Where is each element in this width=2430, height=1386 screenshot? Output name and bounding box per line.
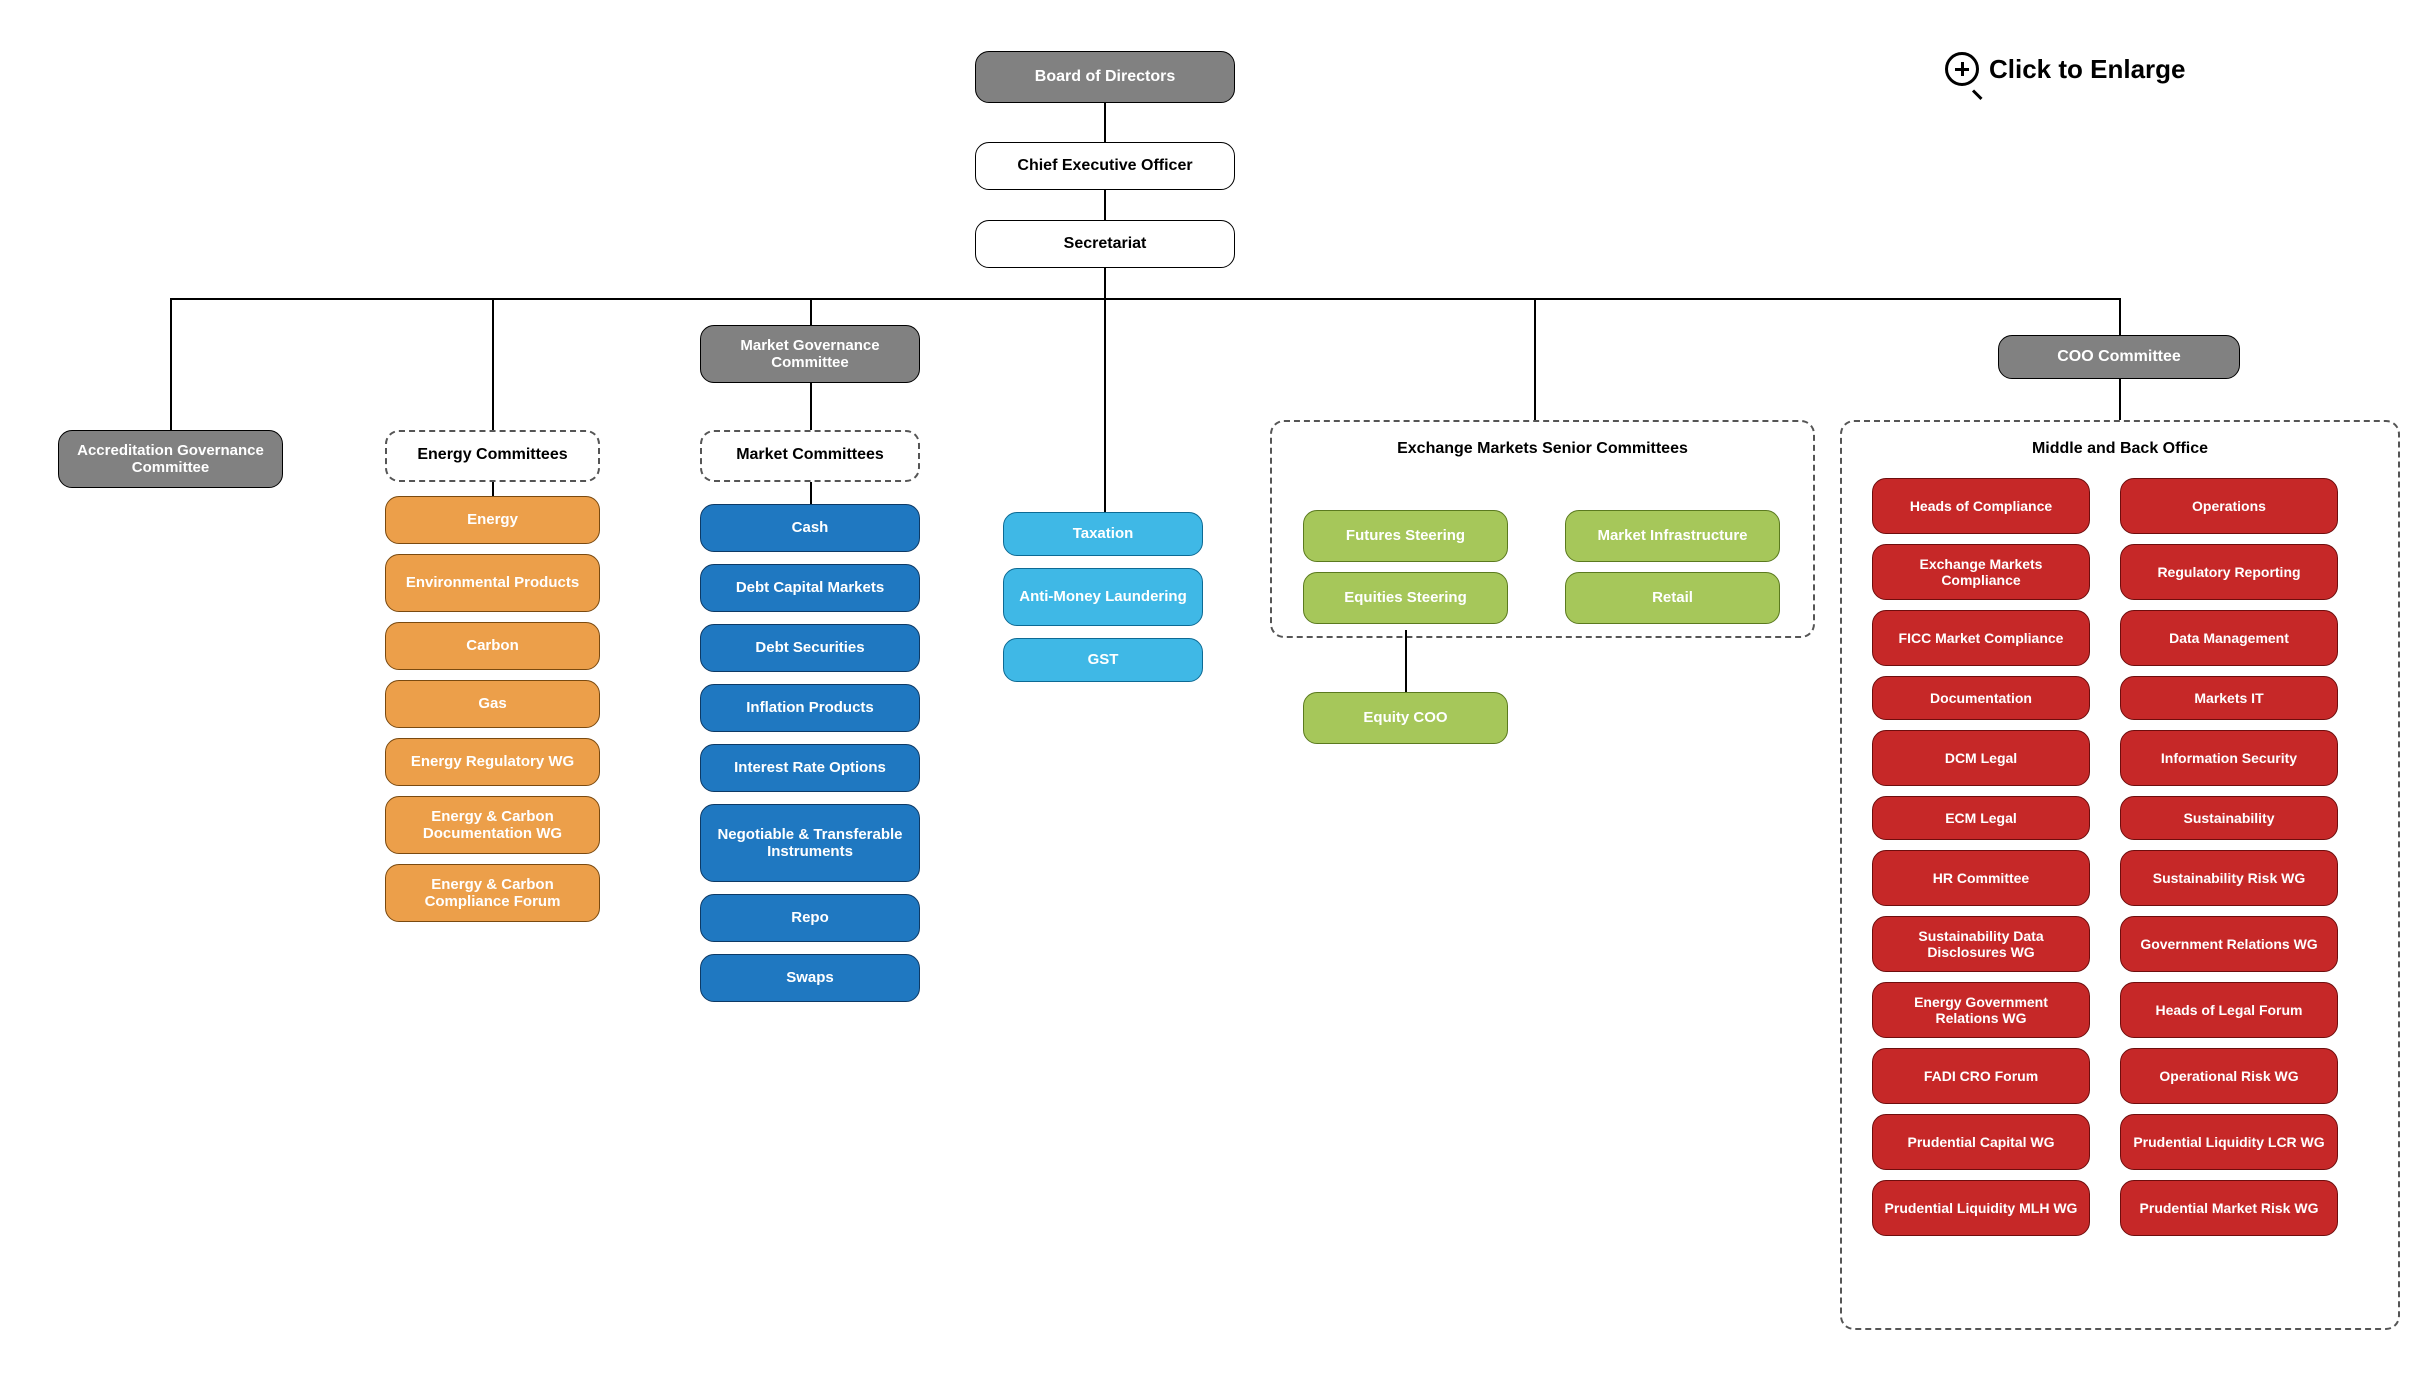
group-energy-committees: Energy Committees bbox=[385, 430, 600, 482]
connector bbox=[1104, 298, 1106, 512]
node-mbo-left-5: ECM Legal bbox=[1872, 796, 2090, 840]
node-ceo: Chief Executive Officer bbox=[975, 142, 1235, 190]
connector bbox=[1104, 190, 1106, 220]
node-mbo-left-10: Prudential Capital WG bbox=[1872, 1114, 2090, 1170]
node-energy-4: Energy Regulatory WG bbox=[385, 738, 600, 786]
node-mbo-left-0: Heads of Compliance bbox=[1872, 478, 2090, 534]
connector bbox=[1405, 630, 1407, 692]
node-energy-1: Environmental Products bbox=[385, 554, 600, 612]
node-mbo-right-5: Sustainability bbox=[2120, 796, 2338, 840]
node-mbo-right-10: Prudential Liquidity LCR WG bbox=[2120, 1114, 2338, 1170]
group-title-exchange: Exchange Markets Senior Committees bbox=[1272, 440, 1813, 458]
node-mbo-right-11: Prudential Market Risk WG bbox=[2120, 1180, 2338, 1236]
connector bbox=[1104, 103, 1106, 142]
node-mbo-right-8: Heads of Legal Forum bbox=[2120, 982, 2338, 1038]
connector bbox=[1534, 298, 1536, 420]
group-market-committees: Market Committees bbox=[700, 430, 920, 482]
node-board-of-directors: Board of Directors bbox=[975, 51, 1235, 103]
connector bbox=[492, 482, 494, 496]
node-market-4: Interest Rate Options bbox=[700, 744, 920, 792]
node-mbo-left-8: Energy Government Relations WG bbox=[1872, 982, 2090, 1038]
node-market-governance-committee: Market Governance Committee bbox=[700, 325, 920, 383]
node-mbo-left-9: FADI CRO Forum bbox=[1872, 1048, 2090, 1104]
magnifier-plus-icon bbox=[1945, 52, 1979, 86]
node-market-0: Cash bbox=[700, 504, 920, 552]
connector bbox=[170, 298, 172, 430]
node-equity-coo: Equity COO bbox=[1303, 692, 1508, 744]
node-market-1: Debt Capital Markets bbox=[700, 564, 920, 612]
node-mbo-right-4: Information Security bbox=[2120, 730, 2338, 786]
connector bbox=[170, 298, 2120, 300]
node-market-7: Swaps bbox=[700, 954, 920, 1002]
group-title-energy: Energy Committees bbox=[387, 446, 598, 464]
node-market-5: Negotiable & Transferable Instruments bbox=[700, 804, 920, 882]
node-mbo-left-3: Documentation bbox=[1872, 676, 2090, 720]
node-exchange-right-0: Market Infrastructure bbox=[1565, 510, 1780, 562]
node-exchange-left-0: Futures Steering bbox=[1303, 510, 1508, 562]
connector bbox=[2119, 379, 2121, 420]
node-energy-2: Carbon bbox=[385, 622, 600, 670]
node-market-2: Debt Securities bbox=[700, 624, 920, 672]
node-energy-6: Energy & Carbon Compliance Forum bbox=[385, 864, 600, 922]
org-chart-canvas: Click to Enlarge Board of Directors Chie… bbox=[0, 0, 2430, 1386]
connector bbox=[2119, 298, 2121, 335]
node-market-3: Inflation Products bbox=[700, 684, 920, 732]
connector bbox=[810, 383, 812, 430]
node-mbo-left-11: Prudential Liquidity MLH WG bbox=[1872, 1180, 2090, 1236]
node-mbo-left-2: FICC Market Compliance bbox=[1872, 610, 2090, 666]
group-title-market: Market Committees bbox=[702, 446, 918, 464]
node-exchange-right-1: Retail bbox=[1565, 572, 1780, 624]
node-secretariat: Secretariat bbox=[975, 220, 1235, 268]
node-mbo-right-1: Regulatory Reporting bbox=[2120, 544, 2338, 600]
node-exchange-left-1: Equities Steering bbox=[1303, 572, 1508, 624]
node-mbo-left-6: HR Committee bbox=[1872, 850, 2090, 906]
node-mbo-right-6: Sustainability Risk WG bbox=[2120, 850, 2338, 906]
node-energy-0: Energy bbox=[385, 496, 600, 544]
connector bbox=[810, 298, 812, 325]
node-energy-5: Energy & Carbon Documentation WG bbox=[385, 796, 600, 854]
node-mbo-right-3: Markets IT bbox=[2120, 676, 2338, 720]
node-mbo-left-4: DCM Legal bbox=[1872, 730, 2090, 786]
node-mbo-left-7: Sustainability Data Disclosures WG bbox=[1872, 916, 2090, 972]
node-mbo-right-7: Government Relations WG bbox=[2120, 916, 2338, 972]
connector bbox=[492, 298, 494, 430]
connector bbox=[810, 482, 812, 504]
node-mbo-right-2: Data Management bbox=[2120, 610, 2338, 666]
node-tax-0: Taxation bbox=[1003, 512, 1203, 556]
node-tax-2: GST bbox=[1003, 638, 1203, 682]
node-market-6: Repo bbox=[700, 894, 920, 942]
node-mbo-right-9: Operational Risk WG bbox=[2120, 1048, 2338, 1104]
node-tax-1: Anti-Money Laundering bbox=[1003, 568, 1203, 626]
click-to-enlarge-control[interactable]: Click to Enlarge bbox=[1945, 52, 2186, 86]
node-mbo-left-1: Exchange Markets Compliance bbox=[1872, 544, 2090, 600]
node-accreditation-governance-committee: Accreditation Governance Committee bbox=[58, 430, 283, 488]
group-title-middle-back: Middle and Back Office bbox=[1842, 440, 2398, 458]
node-coo-committee: COO Committee bbox=[1998, 335, 2240, 379]
enlarge-label: Click to Enlarge bbox=[1989, 54, 2186, 85]
node-mbo-right-0: Operations bbox=[2120, 478, 2338, 534]
connector bbox=[1104, 268, 1106, 298]
node-energy-3: Gas bbox=[385, 680, 600, 728]
